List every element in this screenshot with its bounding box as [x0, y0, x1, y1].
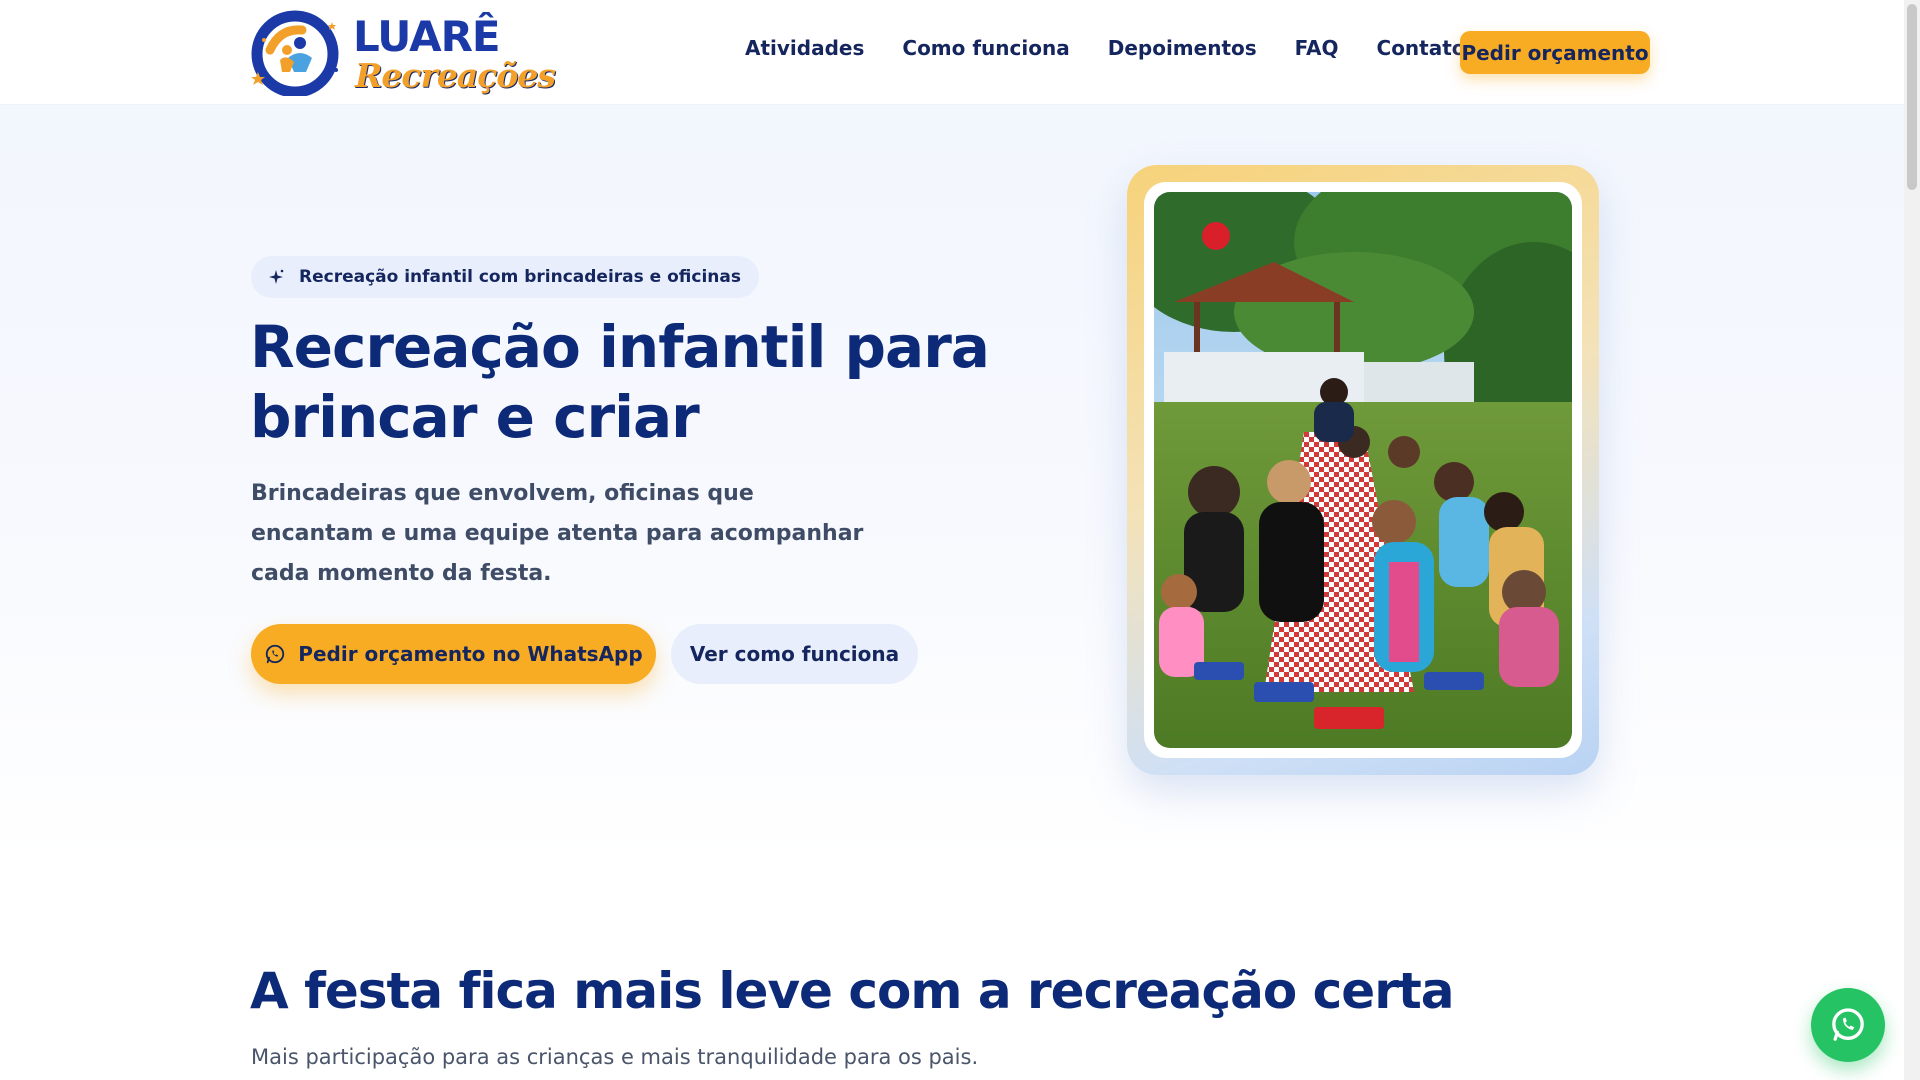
- section-subtitle: Mais participação para as crianças e mai…: [251, 1045, 979, 1069]
- see-how-it-works-button[interactable]: Ver como funciona: [671, 624, 918, 684]
- party-photo-image: [1154, 192, 1572, 748]
- hero-photo-border: [1144, 182, 1582, 758]
- hero-badge-text: Recreação infantil com brincadeiras e of…: [299, 267, 741, 287]
- nav-item-como-funciona[interactable]: Como funciona: [902, 36, 1069, 60]
- floating-whatsapp-button[interactable]: [1811, 988, 1885, 1062]
- nav-item-contato[interactable]: Contato: [1377, 36, 1466, 60]
- hero-title: Recreação infantil para brincar e criar: [250, 313, 990, 451]
- hero-subtitle: Brincadeiras que envolvem, oficinas que …: [251, 481, 864, 586]
- request-quote-button[interactable]: Pedir orçamento: [1460, 31, 1650, 74]
- section-title: A festa fica mais leve com a recreação c…: [250, 962, 1455, 1020]
- whatsapp-quote-label: Pedir orçamento no WhatsApp: [298, 642, 643, 666]
- whatsapp-icon: [266, 644, 285, 664]
- whatsapp-icon: [1832, 1008, 1864, 1041]
- whatsapp-quote-button[interactable]: Pedir orçamento no WhatsApp: [251, 624, 656, 684]
- party-photo: [1154, 192, 1572, 748]
- main-nav: Atividades Como funciona Depoimentos FAQ…: [745, 36, 1504, 60]
- page-scrollbar-thumb[interactable]: [1907, 4, 1917, 190]
- nav-item-atividades[interactable]: Atividades: [745, 36, 864, 60]
- hero-badge: Recreação infantil com brincadeiras e of…: [251, 256, 759, 298]
- nav-item-faq[interactable]: FAQ: [1295, 36, 1339, 60]
- logo-emblem-icon: [251, 10, 339, 96]
- site-header: LUARÊ Recreações Atividades Como funcion…: [0, 0, 1904, 105]
- brand-logo[interactable]: LUARÊ Recreações: [250, 10, 556, 96]
- nav-item-depoimentos[interactable]: Depoimentos: [1108, 36, 1257, 60]
- sparkle-icon: [269, 269, 284, 284]
- hero-photo-frame: [1127, 165, 1599, 775]
- brand-name-bottom: Recreações: [355, 56, 556, 95]
- brand-name-top: LUARÊ: [353, 12, 501, 61]
